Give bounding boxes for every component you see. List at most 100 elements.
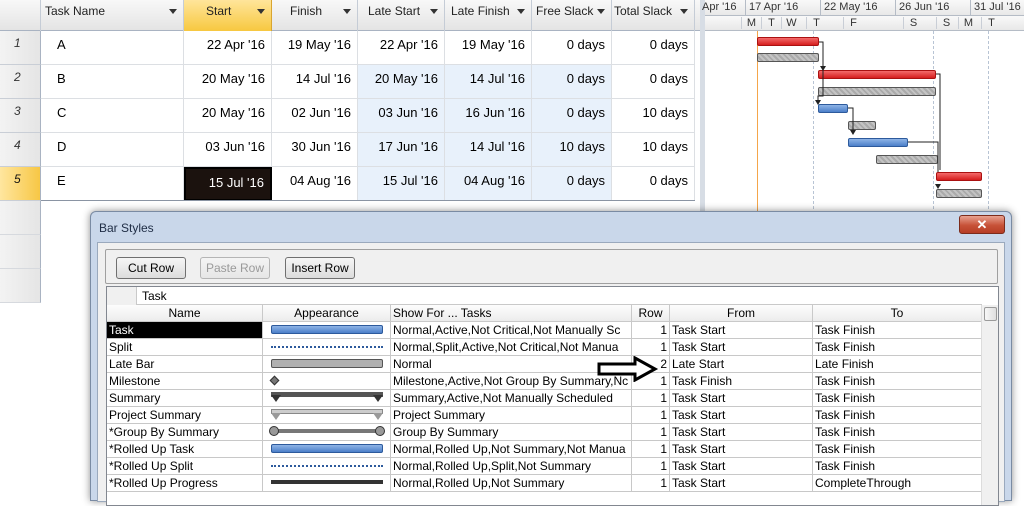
style-cell-from[interactable]: Task Start (670, 441, 813, 458)
style-cell-to[interactable]: Task Finish (813, 441, 982, 458)
appearance-cell[interactable] (263, 475, 391, 492)
style-cell-name[interactable]: *Group By Summary (107, 424, 263, 441)
style-cell-name[interactable]: Milestone (107, 373, 263, 390)
appearance-cell[interactable] (263, 407, 391, 424)
table-cell-total-slack[interactable]: 0 days (612, 65, 695, 99)
table-cell-free-slack[interactable]: 10 days (532, 133, 612, 167)
style-cell-name[interactable]: Summary (107, 390, 263, 407)
style-cell-from[interactable]: Task Start (670, 458, 813, 475)
style-cell-show[interactable]: Normal (391, 356, 632, 373)
column-header-total-slack[interactable]: Total Slack (612, 0, 695, 31)
insert-row-button[interactable]: Insert Row (285, 257, 355, 279)
column-header-task-name[interactable]: Task Name (41, 0, 184, 31)
style-cell-from[interactable]: Late Start (670, 356, 813, 373)
chevron-down-icon[interactable] (517, 9, 525, 14)
table-cell-late-finish[interactable]: 19 May '16 (445, 31, 532, 65)
style-cell-row[interactable]: 1 (632, 407, 670, 424)
table-cell-late-start[interactable]: 15 Jul '16 (358, 167, 445, 201)
table-cell-total-slack[interactable]: 10 days (612, 133, 695, 167)
table-cell-late-finish[interactable]: 14 Jul '16 (445, 133, 532, 167)
style-cell-show[interactable]: Normal,Rolled Up,Not Summary (391, 475, 632, 492)
column-header-late-finish[interactable]: Late Finish (445, 0, 532, 31)
table-cell-free-slack[interactable]: 0 days (532, 167, 612, 201)
style-cell-from[interactable]: Task Start (670, 390, 813, 407)
table-cell-finish[interactable]: 14 Jul '16 (272, 65, 358, 99)
table-cell-name[interactable]: D (41, 133, 184, 167)
chevron-down-icon[interactable] (169, 9, 177, 14)
table-cell-free-slack[interactable]: 0 days (532, 99, 612, 133)
table-cell-late-finish[interactable]: 04 Aug '16 (445, 167, 532, 201)
column-header-finish[interactable]: Finish (272, 0, 358, 31)
select-all-corner[interactable] (0, 0, 41, 31)
table-cell-late-finish[interactable]: 14 Jul '16 (445, 65, 532, 99)
vertical-scrollbar[interactable] (981, 305, 998, 505)
table-cell-start[interactable]: 15 Jul '16 (184, 167, 272, 201)
style-cell-from[interactable]: Task Finish (670, 373, 813, 390)
table-cell-finish[interactable]: 19 May '16 (272, 31, 358, 65)
chevron-down-icon[interactable] (430, 9, 438, 14)
cut-row-button[interactable]: Cut Row (116, 257, 186, 279)
style-cell-to[interactable]: Task Finish (813, 373, 982, 390)
table-cell-free-slack[interactable]: 0 days (532, 65, 612, 99)
appearance-cell[interactable] (263, 424, 391, 441)
appearance-cell[interactable] (263, 322, 391, 339)
style-cell-name[interactable]: *Rolled Up Task (107, 441, 263, 458)
style-cell-show[interactable]: Milestone,Active,Not Group By Summary,Nc (391, 373, 632, 390)
style-cell-row[interactable]: 1 (632, 390, 670, 407)
style-cell-to[interactable]: CompleteThrough (813, 475, 982, 492)
style-cell-from[interactable]: Task Start (670, 407, 813, 424)
style-cell-to[interactable]: Task Finish (813, 458, 982, 475)
close-icon[interactable]: ✕ (959, 215, 1005, 234)
row-header[interactable]: 2 (0, 65, 41, 99)
row-header[interactable]: 3 (0, 99, 41, 133)
table-cell-total-slack[interactable]: 10 days (612, 99, 695, 133)
row-header-empty[interactable] (0, 201, 41, 235)
column-header-free-slack[interactable]: Free Slack (532, 0, 612, 31)
style-cell-show[interactable]: Normal,Rolled Up,Not Summary,Not Manua (391, 441, 632, 458)
appearance-cell[interactable] (263, 339, 391, 356)
table-cell-name[interactable]: A (41, 31, 184, 65)
table-cell-start[interactable]: 22 Apr '16 (184, 31, 272, 65)
scrollbar-thumb[interactable] (984, 307, 997, 321)
style-cell-show[interactable]: Group By Summary (391, 424, 632, 441)
table-cell-start[interactable]: 20 May '16 (184, 99, 272, 133)
style-cell-row[interactable]: 1 (632, 339, 670, 356)
row-header[interactable]: 5 (0, 167, 41, 201)
table-cell-start[interactable]: 20 May '16 (184, 65, 272, 99)
style-cell-row[interactable]: 1 (632, 475, 670, 492)
table-cell-name[interactable]: B (41, 65, 184, 99)
style-cell-from[interactable]: Task Start (670, 322, 813, 339)
chevron-down-icon[interactable] (343, 9, 351, 14)
style-cell-to[interactable]: Task Finish (813, 322, 982, 339)
style-cell-from[interactable]: Task Start (670, 339, 813, 356)
style-cell-row[interactable]: 1 (632, 424, 670, 441)
style-cell-to[interactable]: Task Finish (813, 424, 982, 441)
table-cell-name[interactable]: E (41, 167, 184, 201)
style-cell-show[interactable]: Normal,Split,Active,Not Critical,Not Man… (391, 339, 632, 356)
paste-row-button[interactable]: Paste Row (200, 257, 270, 279)
style-cell-to[interactable]: Task Finish (813, 339, 982, 356)
column-header-late-start[interactable]: Late Start (358, 0, 445, 31)
table-cell-late-start[interactable]: 17 Jun '16 (358, 133, 445, 167)
style-cell-from[interactable]: Task Start (670, 424, 813, 441)
style-cell-show[interactable]: Normal,Rolled Up,Split,Not Summary (391, 458, 632, 475)
appearance-cell[interactable] (263, 373, 391, 390)
appearance-cell[interactable] (263, 458, 391, 475)
style-cell-name[interactable]: Late Bar (107, 356, 263, 373)
chevron-down-icon[interactable] (680, 9, 688, 14)
style-cell-to[interactable]: Task Finish (813, 407, 982, 424)
style-cell-show[interactable]: Summary,Active,Not Manually Scheduled (391, 390, 632, 407)
row-header[interactable]: 4 (0, 133, 41, 167)
style-cell-row[interactable]: 1 (632, 458, 670, 475)
style-cell-to[interactable]: Late Finish (813, 356, 982, 373)
table-cell-late-start[interactable]: 03 Jun '16 (358, 99, 445, 133)
table-cell-free-slack[interactable]: 0 days (532, 31, 612, 65)
style-cell-name[interactable]: Project Summary (107, 407, 263, 424)
style-cell-show[interactable]: Normal,Active,Not Critical,Not Manually … (391, 322, 632, 339)
column-header-start[interactable]: Start (184, 0, 272, 31)
table-cell-late-start[interactable]: 22 Apr '16 (358, 31, 445, 65)
style-cell-show[interactable]: Project Summary (391, 407, 632, 424)
table-cell-start[interactable]: 03 Jun '16 (184, 133, 272, 167)
table-cell-name[interactable]: C (41, 99, 184, 133)
cell-edit-input[interactable]: Task (142, 289, 167, 303)
